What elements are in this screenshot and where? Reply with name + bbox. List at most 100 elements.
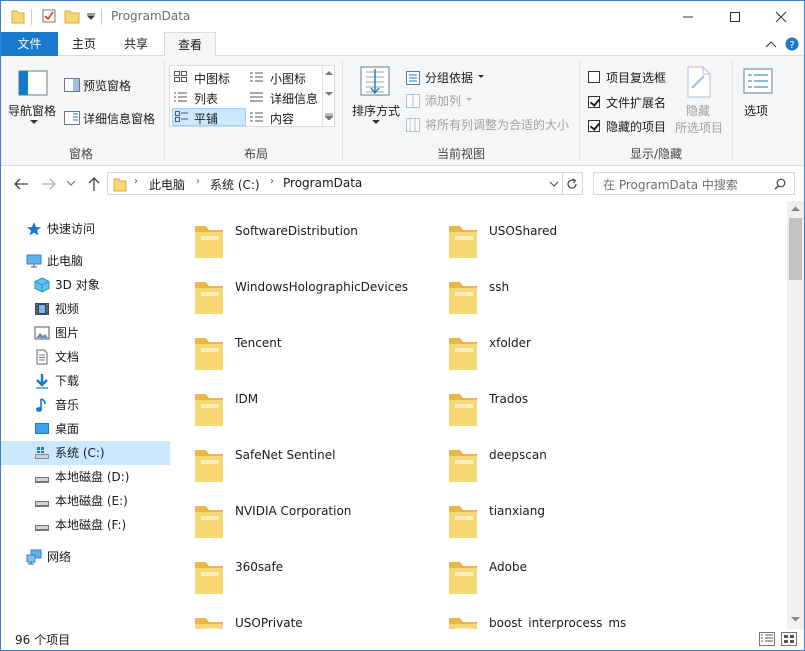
add-column-button[interactable]: 添加列 [405,91,495,111]
hide-selected-button[interactable]: 隐藏 所选项目 [673,60,727,138]
group-label-show-hide: 显示/隐藏 [629,147,683,161]
forward-arrow-icon[interactable] [41,177,57,191]
search-box[interactable]: 在 ProgramData 中搜索 [593,172,795,195]
breadcrumb-separator[interactable]: › [196,176,200,187]
folder-tile[interactable]: USOShared [439,208,689,262]
collapse-ribbon-icon[interactable] [765,40,777,48]
maximize-button[interactable] [712,1,758,32]
nav-3d-objects[interactable]: 3D 对象 [1,273,170,297]
customize-qat-icon[interactable] [87,13,95,21]
nav-music[interactable]: 音乐 [1,393,170,417]
details-view-icon[interactable] [759,632,775,646]
layout-gallery-scroller[interactable] [322,66,334,126]
recent-locations-icon[interactable] [67,181,75,186]
nav-network[interactable]: 网络 [1,545,170,569]
group-by-button[interactable]: 分组依据 [405,68,495,88]
folder-tile[interactable]: 360safe [185,544,435,598]
refresh-button[interactable] [563,172,583,195]
tab-share[interactable]: 共享 [111,32,161,56]
layout-medium-icons[interactable]: 中图标 [172,68,246,86]
nav-pane-button[interactable]: 导航窗格 [6,60,60,138]
tab-file[interactable]: 文件 [1,32,58,56]
nav-item-label: 图片 [55,326,80,340]
address-dropdown-icon[interactable] [549,181,559,187]
tiles-icon [175,111,188,122]
layout-tiles[interactable]: 平铺 [172,108,246,126]
details-pane-label: 详细信息窗格 [83,112,156,126]
file-extensions-checkbox[interactable] [588,96,600,108]
nav-pictures[interactable]: 图片 [1,321,170,345]
scrollbar-thumb[interactable] [789,218,802,280]
picture-icon [34,326,50,340]
address-bar[interactable]: › 此电脑 › 系统 (C:) › ProgramData [107,172,563,195]
folder-tile[interactable]: ssh [439,264,689,318]
nav-local-disk-e[interactable]: 本地磁盘 (E:) [1,489,170,513]
folder-tile[interactable]: WindowsHolographicDevices [185,264,435,318]
folder-tile[interactable]: Tencent [185,320,435,374]
file-extensions-toggle[interactable]: 文件扩展名 [585,93,675,113]
item-checkboxes-checkbox[interactable] [588,71,600,83]
hidden-items-checkbox[interactable] [588,120,600,132]
layout-details[interactable]: 详细信息 [248,88,322,106]
breadcrumb-separator[interactable]: › [270,176,274,187]
properties-icon[interactable] [41,8,57,24]
folder-tile[interactable]: deepscan [439,432,689,486]
breadcrumb-separator[interactable]: › [134,176,138,187]
nav-downloads[interactable]: 下载 [1,369,170,393]
scroll-up-icon[interactable] [791,206,800,212]
nav-videos[interactable]: 视频 [1,297,170,321]
nav-desktop[interactable]: 桌面 [1,417,170,441]
folder-tile[interactable]: USOPrivate [185,600,435,629]
scroll-down-icon[interactable] [791,617,800,623]
options-button[interactable]: 选项 [738,60,778,138]
layout-small-icons[interactable]: 小图标 [248,68,322,86]
minimize-button[interactable] [665,1,711,32]
folder-tile[interactable]: SafeNet Sentinel [185,432,435,486]
nav-system-c[interactable]: 系统 (C:) [1,441,170,465]
folder-icon [193,556,225,596]
breadcrumb-programdata[interactable]: ProgramData [283,176,362,190]
help-icon[interactable]: ? [785,37,799,51]
folder-tile[interactable]: tianxiang [439,488,689,542]
nav-quick-access-label: 快速访问 [47,222,96,236]
tab-home[interactable]: 主页 [59,32,109,56]
tab-view[interactable]: 查看 [164,32,216,57]
drive-icon [35,525,49,531]
layout-medium-icons-label: 中图标 [194,72,231,86]
nav-item-label: 3D 对象 [55,278,100,292]
folder-tile[interactable]: boost_interprocess_ms [439,600,689,629]
search-icon[interactable] [774,178,786,190]
folder-icon [447,388,479,428]
folder-tile[interactable]: NVIDIA Corporation [185,488,435,542]
breadcrumb-this-pc[interactable]: 此电脑 [149,176,185,193]
nav-quick-access[interactable]: 快速访问 [1,217,170,241]
nav-this-pc[interactable]: 此电脑 [1,249,170,273]
close-button[interactable] [758,1,804,32]
nav-network-label: 网络 [47,550,72,564]
sort-by-button[interactable]: 排序方式 [348,60,404,138]
preview-pane-button[interactable]: 预览窗格 [61,74,161,96]
new-folder-icon[interactable] [64,8,80,24]
nav-local-disk-f[interactable]: 本地磁盘 (F:) [1,513,170,537]
folder-tile[interactable]: Adobe [439,544,689,598]
scroll-up-icon [325,71,333,75]
item-checkboxes-toggle[interactable]: 项目复选框 [585,68,675,88]
vertical-scrollbar[interactable] [787,201,804,629]
details-pane-button[interactable]: 详细信息窗格 [61,107,161,129]
large-icons-view-icon[interactable] [781,632,797,646]
nav-local-disk-d[interactable]: 本地磁盘 (D:) [1,465,170,489]
layout-list[interactable]: 列表 [172,88,246,106]
folder-tile[interactable]: Trados [439,376,689,430]
hidden-items-toggle[interactable]: 隐藏的项目 [585,117,675,137]
folder-tile[interactable]: SoftwareDistribution [185,208,435,262]
folder-tile[interactable]: IDM [185,376,435,430]
breadcrumb-drive-c[interactable]: 系统 (C:) [210,176,260,193]
drive-icon [35,501,49,507]
nav-documents[interactable]: 文档 [1,345,170,369]
fit-columns-button[interactable]: 将所有列调整为合适的大小 [405,115,575,135]
layout-content[interactable]: 内容 [248,108,322,126]
chevron-down-icon [466,98,472,101]
folder-tile[interactable]: xfolder [439,320,689,374]
up-arrow-icon[interactable] [87,176,101,192]
back-arrow-icon[interactable] [13,177,29,191]
